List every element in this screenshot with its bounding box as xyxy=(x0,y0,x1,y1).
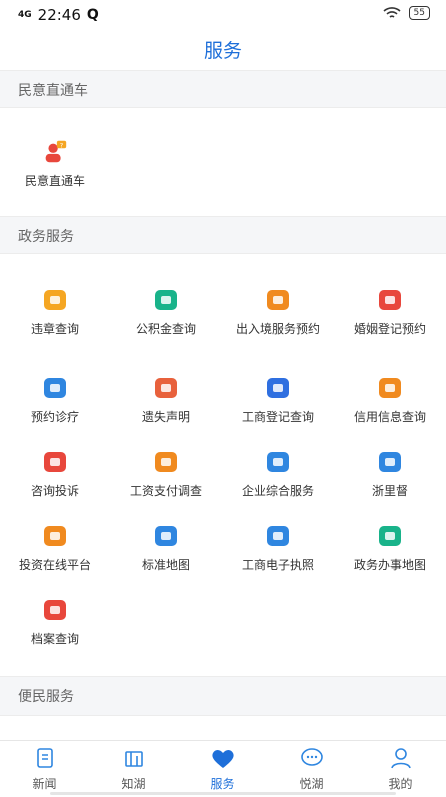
salary-search-icon xyxy=(152,448,180,476)
service-label: 工商电子执照 xyxy=(241,558,314,572)
service-item[interactable]: 政务办事地图 xyxy=(335,522,445,573)
news-icon xyxy=(0,747,89,773)
service-item[interactable]: 遗失声明 xyxy=(111,374,221,425)
traffic-light-icon xyxy=(41,286,69,314)
notification-icon: Q xyxy=(86,7,99,23)
calendar-medical-icon xyxy=(41,374,69,402)
service-label: 婚姻登记预约 xyxy=(353,322,426,336)
service-item[interactable]: 信用信息查询 xyxy=(335,374,445,425)
service-label: 咨询投诉 xyxy=(30,484,79,498)
tab-mine[interactable]: 我的 xyxy=(356,747,445,792)
document-edit-icon xyxy=(152,374,180,402)
service-label: 工资支付调查 xyxy=(129,484,202,498)
tab-label: 我的 xyxy=(388,777,413,791)
chat-icon xyxy=(267,747,356,773)
service-label: 档案查询 xyxy=(30,632,79,646)
service-item[interactable]: 投资在线平台 xyxy=(0,522,110,573)
service-label: 政务办事地图 xyxy=(353,558,426,572)
signal-icon: 4G xyxy=(18,9,32,20)
credit-card-search-icon xyxy=(376,374,404,402)
tab-news[interactable]: 新闻 xyxy=(0,747,89,792)
id-search-icon xyxy=(264,374,292,402)
battery-indicator: 55 xyxy=(408,6,430,20)
alert-icon xyxy=(41,448,69,476)
tab-yuehu[interactable]: 悦湖 xyxy=(267,747,356,792)
service-item[interactable]: 工商电子执照 xyxy=(223,522,333,573)
tab-label: 悦湖 xyxy=(299,777,324,791)
minyi-item[interactable]: ? 民意直通车 xyxy=(0,138,110,189)
license-icon xyxy=(264,522,292,550)
map-pin-icon xyxy=(376,522,404,550)
person-message-icon: ? xyxy=(41,138,69,166)
tab-zhihu[interactable]: 知湖 xyxy=(89,747,178,792)
tab-label: 新闻 xyxy=(32,777,57,791)
service-item[interactable]: 企业综合服务 xyxy=(223,448,333,499)
service-item[interactable]: 档案查询 xyxy=(0,596,110,647)
service-item[interactable]: 公积金查询 xyxy=(111,286,221,337)
service-label: 浙里督 xyxy=(371,484,408,498)
tab-service[interactable]: 服务 xyxy=(178,747,267,792)
home-indicator xyxy=(50,792,396,795)
minyi-label: 民意直通车 xyxy=(24,174,85,188)
service-item[interactable]: 预约诊疗 xyxy=(0,374,110,425)
archive-search-icon xyxy=(41,596,69,624)
tab-bar: 新闻 知湖 服务 悦湖 我的 xyxy=(0,740,446,797)
service-label: 信用信息查询 xyxy=(353,410,426,424)
service-label: 标准地图 xyxy=(141,558,190,572)
service-label: 投资在线平台 xyxy=(18,558,91,572)
section-header-zhengwu: 政务服务 xyxy=(0,216,446,254)
service-label: 工商登记查询 xyxy=(241,410,314,424)
yuan-coin-icon xyxy=(41,522,69,550)
service-label: 出入境服务预约 xyxy=(235,322,320,336)
tab-label: 知湖 xyxy=(121,777,146,791)
wifi-icon xyxy=(383,7,401,18)
page-title: 服务 xyxy=(203,40,242,62)
tab-label: 服务 xyxy=(210,777,235,791)
service-item[interactable]: 工商登记查询 xyxy=(223,374,333,425)
airplane-globe-icon xyxy=(264,286,292,314)
service-item[interactable]: 工资支付调查 xyxy=(111,448,221,499)
service-item[interactable]: 婚姻登记预约 xyxy=(335,286,445,337)
service-label: 企业综合服务 xyxy=(241,484,314,498)
service-item[interactable]: 违章查询 xyxy=(0,286,110,337)
housing-fund-icon xyxy=(152,286,180,314)
user-icon xyxy=(356,747,445,773)
section-header-minyi: 民意直通车 xyxy=(0,70,446,108)
status-bar: 4G 22:46 Q 55 xyxy=(0,0,446,30)
service-item[interactable]: 标准地图 xyxy=(111,522,221,573)
heart-icon xyxy=(178,747,267,773)
hand-icon xyxy=(264,448,292,476)
book-icon xyxy=(89,747,178,773)
eye-shield-icon xyxy=(376,448,404,476)
service-item[interactable]: 浙里督 xyxy=(335,448,445,499)
service-label: 预约诊疗 xyxy=(30,410,79,424)
section-header-bianmin: 便民服务 xyxy=(0,676,446,716)
service-label: 遗失声明 xyxy=(141,410,190,424)
service-item[interactable]: 出入境服务预约 xyxy=(223,286,333,337)
marriage-cert-icon xyxy=(376,286,404,314)
status-time: 22:46 xyxy=(37,6,81,24)
map-grid-icon xyxy=(152,522,180,550)
service-item[interactable]: 咨询投诉 xyxy=(0,448,110,499)
svg-text:?: ? xyxy=(60,141,63,149)
service-label: 公积金查询 xyxy=(135,322,196,336)
service-label: 违章查询 xyxy=(30,322,79,336)
